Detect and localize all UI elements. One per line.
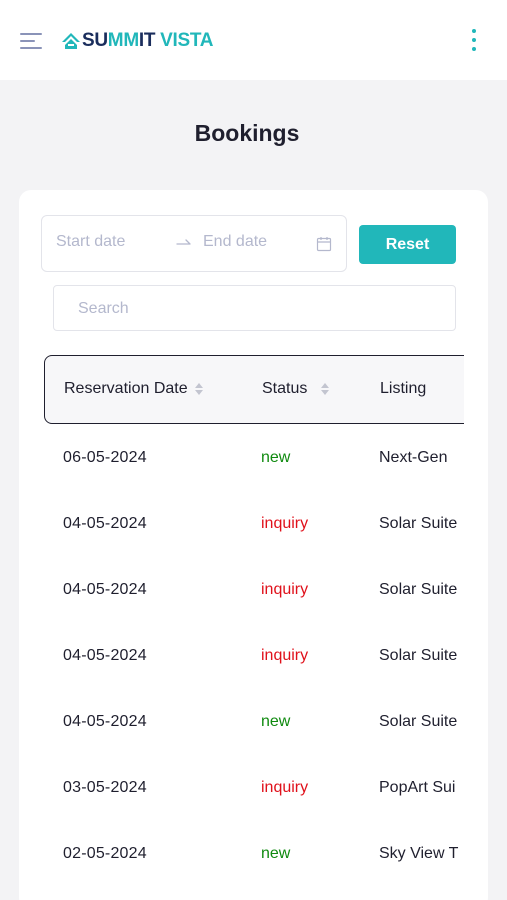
table-row[interactable]: 04-05-2024 inquiry Solar Suite — [44, 490, 464, 556]
column-header-reservation-date[interactable]: Reservation Date — [64, 380, 204, 398]
hamburger-menu-icon[interactable] — [20, 33, 42, 50]
column-header-listing: Listing — [380, 380, 426, 398]
status-badge: new — [261, 713, 291, 730]
table-row[interactable]: 04-05-2024 inquiry Solar Suite — [44, 556, 464, 622]
reservation-date: 04-05-2024 — [63, 515, 147, 532]
listing-name[interactable]: Solar Suite — [379, 515, 457, 533]
reservation-date: 06-05-2024 — [63, 449, 147, 466]
date-range-picker[interactable] — [41, 215, 347, 272]
listing-name[interactable]: Sky View T — [379, 845, 458, 863]
search-input[interactable] — [78, 299, 438, 319]
listing-name[interactable]: PopArt Sui — [379, 779, 455, 797]
table-row[interactable]: 04-05-2024 new Solar Suite — [44, 688, 464, 754]
reservation-date: 04-05-2024 — [63, 713, 147, 730]
main-content: Bookings Reset Reservation Date — [0, 80, 507, 900]
listing-name[interactable]: Solar Suite — [379, 713, 457, 731]
brand-name-part: IT — [138, 30, 156, 51]
brand-name: SUMMIT VISTA — [82, 29, 214, 53]
kebab-menu-icon[interactable] — [470, 28, 478, 54]
reservation-date: 04-05-2024 — [63, 647, 147, 664]
table-row[interactable]: 03-05-2024 inquiry PopArt Sui — [44, 754, 464, 820]
reset-button[interactable]: Reset — [359, 225, 456, 264]
listing-name[interactable]: Solar Suite — [379, 647, 457, 665]
column-header-status[interactable]: Status — [262, 380, 330, 398]
brand-name-part: VISTA — [160, 30, 214, 51]
listing-name[interactable]: Next-Gen — [379, 449, 447, 467]
brand-logo[interactable]: SUMMIT VISTA — [61, 29, 214, 53]
column-header-label: Listing — [380, 380, 427, 397]
table-header: Reservation Date Status Listing — [44, 355, 464, 424]
status-badge: new — [261, 449, 291, 466]
arrow-right-icon — [176, 239, 191, 245]
sort-icon[interactable] — [320, 381, 330, 397]
table-row[interactable]: 04-05-2024 inquiry Solar Suite — [44, 622, 464, 688]
reservation-date: 02-05-2024 — [63, 845, 147, 862]
column-header-label: Reservation Date — [64, 380, 188, 397]
calendar-icon[interactable] — [316, 236, 332, 252]
app-header: SUMMIT VISTA — [0, 0, 507, 80]
status-badge: new — [261, 845, 291, 862]
status-badge: inquiry — [261, 581, 309, 598]
status-badge: inquiry — [261, 647, 309, 664]
mountain-logo-icon — [62, 33, 80, 49]
brand-name-part: SU — [82, 30, 108, 51]
bookings-table: Reservation Date Status Listing 06-05-20… — [44, 355, 464, 900]
reservation-date: 03-05-2024 — [63, 779, 147, 796]
end-date-input[interactable] — [203, 233, 313, 251]
column-header-label: Status — [262, 380, 308, 397]
table-row[interactable]: 06-05-2024 new Next-Gen — [44, 424, 464, 490]
status-badge: inquiry — [261, 779, 309, 796]
bookings-card: Reset Reservation Date Status — [19, 190, 488, 900]
reservation-date: 04-05-2024 — [63, 581, 147, 598]
table-row[interactable]: 02-05-2024 new Sky View T — [44, 820, 464, 886]
search-box[interactable] — [53, 285, 456, 331]
brand-name-part: MM — [107, 30, 139, 51]
page-title: Bookings — [194, 120, 300, 146]
sort-icon[interactable] — [194, 381, 204, 397]
start-date-input[interactable] — [56, 233, 166, 251]
status-badge: inquiry — [261, 515, 309, 532]
listing-name[interactable]: Solar Suite — [379, 581, 457, 599]
